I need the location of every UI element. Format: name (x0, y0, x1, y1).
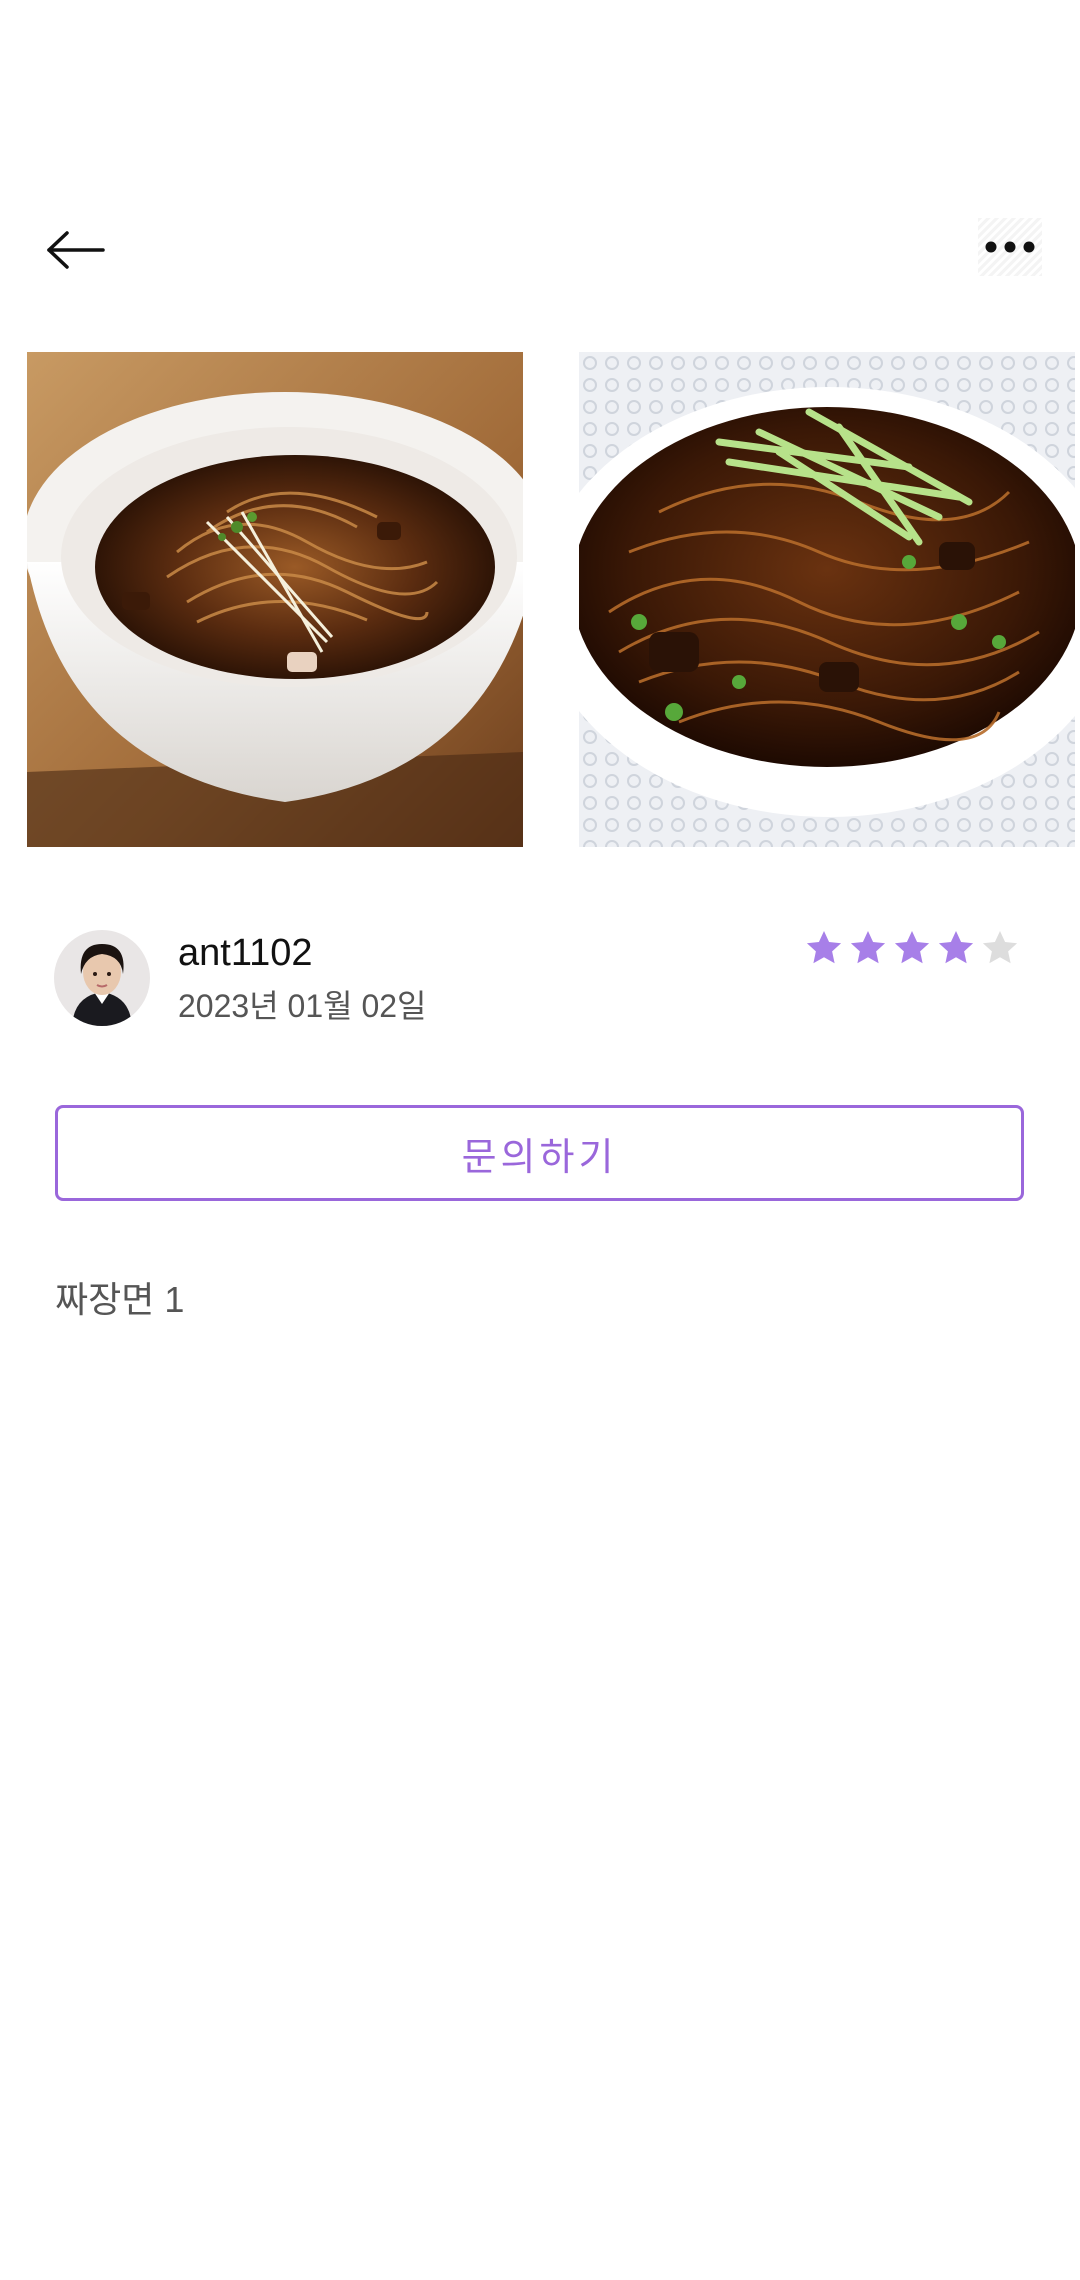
star-empty-icon (982, 931, 1018, 964)
star-filled-icon (938, 931, 974, 964)
avatar[interactable] (54, 930, 150, 1026)
inquiry-button[interactable]: 문의하기 (55, 1105, 1024, 1201)
username: ant1102 (178, 932, 313, 974)
review-photo-2[interactable] (579, 352, 1075, 847)
star-rating (804, 928, 1020, 968)
more-horizontal-icon (985, 241, 1035, 253)
star-filled-icon (894, 931, 930, 964)
review-photo-1[interactable] (27, 352, 523, 847)
more-options-button[interactable] (978, 218, 1042, 276)
arrow-left-icon (47, 231, 105, 269)
star-filled-icon (850, 931, 886, 964)
review-author-section: ant1102 2023년 01월 02일 (0, 920, 1080, 1040)
back-button[interactable] (40, 220, 112, 280)
photo-gallery[interactable] (27, 352, 1080, 847)
jjajangmyeon-bowl-photo (27, 352, 523, 847)
review-content: 짜장면 1 (55, 1279, 185, 1320)
user-avatar-image (54, 930, 150, 1026)
review-date: 2023년 01월 02일 (178, 988, 427, 1024)
star-filled-icon (806, 931, 842, 964)
top-bar (0, 200, 1080, 300)
jjajangmyeon-plate-photo (579, 352, 1075, 847)
